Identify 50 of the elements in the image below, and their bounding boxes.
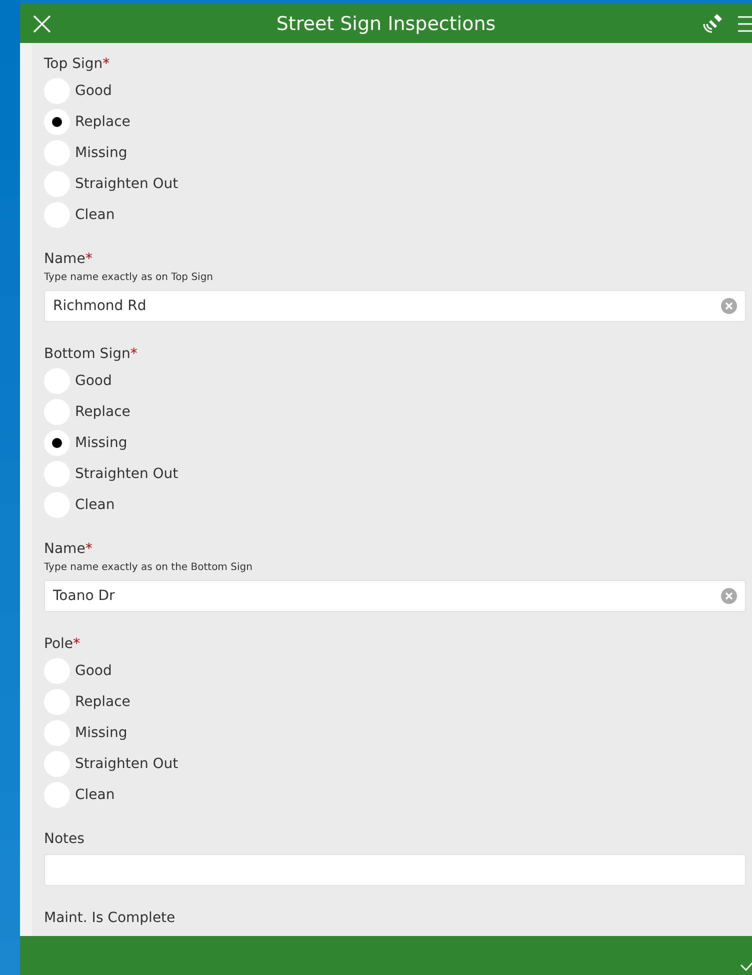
option-label: Straighten Out: [75, 756, 178, 772]
field-label: Name*: [44, 540, 94, 559]
question-label: Top Sign*: [44, 55, 111, 74]
field-hint: Type name exactly as on Top Sign: [44, 272, 214, 285]
option-label: Clean: [75, 206, 115, 222]
option-label: Replace: [75, 694, 130, 710]
option-label: Clean: [75, 786, 115, 802]
question-label: Pole*: [44, 635, 82, 654]
radio-option[interactable]: Missing: [44, 137, 746, 168]
input-field[interactable]: Toano Dr: [44, 580, 746, 612]
radio-option[interactable]: Clean: [44, 489, 746, 520]
field-label: Notes: [44, 830, 86, 849]
option-label: Replace: [75, 404, 130, 420]
radio-option[interactable]: Clean: [44, 779, 746, 810]
field-label: Maint. Is Complete: [44, 909, 176, 928]
radio-option[interactable]: Missing: [44, 427, 746, 458]
field-label: Name*: [44, 250, 94, 269]
option-label: Missing: [75, 724, 128, 740]
question-label: Bottom Sign*: [44, 345, 138, 364]
input-field[interactable]: [44, 854, 746, 886]
radio-button[interactable]: [44, 430, 70, 456]
menu-button[interactable]: [738, 14, 752, 32]
option-label: Missing: [75, 434, 128, 450]
radio-option[interactable]: Missing: [44, 717, 746, 748]
input-field[interactable]: Richmond Rd: [44, 290, 746, 322]
radio-option[interactable]: Straighten Out: [44, 168, 746, 199]
radio-button[interactable]: [44, 108, 70, 134]
radio-option[interactable]: Good: [44, 365, 746, 396]
window-title: Street Sign Inspections: [275, 12, 497, 34]
option-label: Replace: [75, 114, 130, 130]
option-label: Straighten Out: [75, 176, 178, 192]
option-label: Good: [75, 372, 112, 388]
option-label: Missing: [75, 144, 128, 160]
option-label: Straighten Out: [75, 466, 178, 482]
radio-option[interactable]: Replace: [44, 106, 746, 137]
option-label: Clean: [75, 496, 115, 512]
radio-option[interactable]: Replace: [44, 396, 746, 427]
satellite-icon[interactable]: [702, 14, 724, 34]
close-button[interactable]: [32, 14, 52, 34]
radio-option[interactable]: Clean: [44, 199, 746, 230]
radio-option[interactable]: Straighten Out: [44, 458, 746, 489]
clear-icon[interactable]: [721, 298, 737, 314]
option-label: Good: [75, 662, 112, 678]
radio-option[interactable]: Good: [44, 75, 746, 106]
radio-option[interactable]: Good: [44, 655, 746, 686]
field-hint: Type name exactly as on the Bottom Sign: [44, 562, 254, 575]
option-label: Good: [75, 82, 112, 98]
radio-option[interactable]: Replace: [44, 686, 746, 717]
clear-icon[interactable]: [721, 588, 737, 604]
radio-option[interactable]: Straighten Out: [44, 748, 746, 779]
